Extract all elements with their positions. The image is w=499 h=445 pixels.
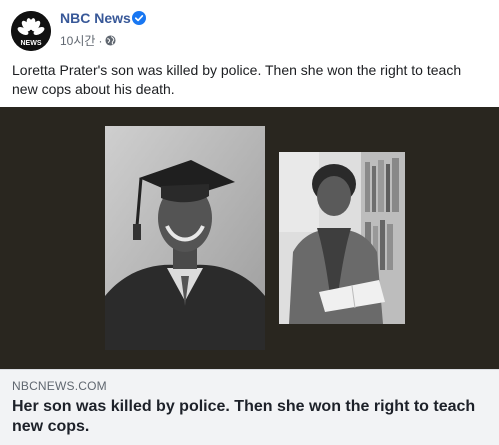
link-title[interactable]: Her son was killed by police. Then she w… [12,397,488,437]
post-meta: 10시간 · [60,32,116,49]
globe-icon[interactable] [105,35,116,46]
nbc-peacock-logo: NEWS [11,11,51,51]
verified-badge-icon [132,11,146,25]
link-preview-card[interactable]: NBCNEWS.COM Her son was killed by police… [0,369,499,445]
graduation-photo [105,126,265,350]
logo-label: NEWS [21,40,42,47]
post-header: NEWS NBC News 10시간 · [0,0,499,56]
avatar[interactable]: NEWS [11,11,51,51]
timestamp-link[interactable]: 10시간 [60,32,95,49]
page-name-link[interactable]: NBC News [60,10,131,26]
meta-separator: · [98,33,103,48]
link-domain: NBCNEWS.COM [12,379,107,393]
portrait-photo [279,152,405,324]
post-body-text: Loretta Prater's son was killed by polic… [12,62,462,97]
